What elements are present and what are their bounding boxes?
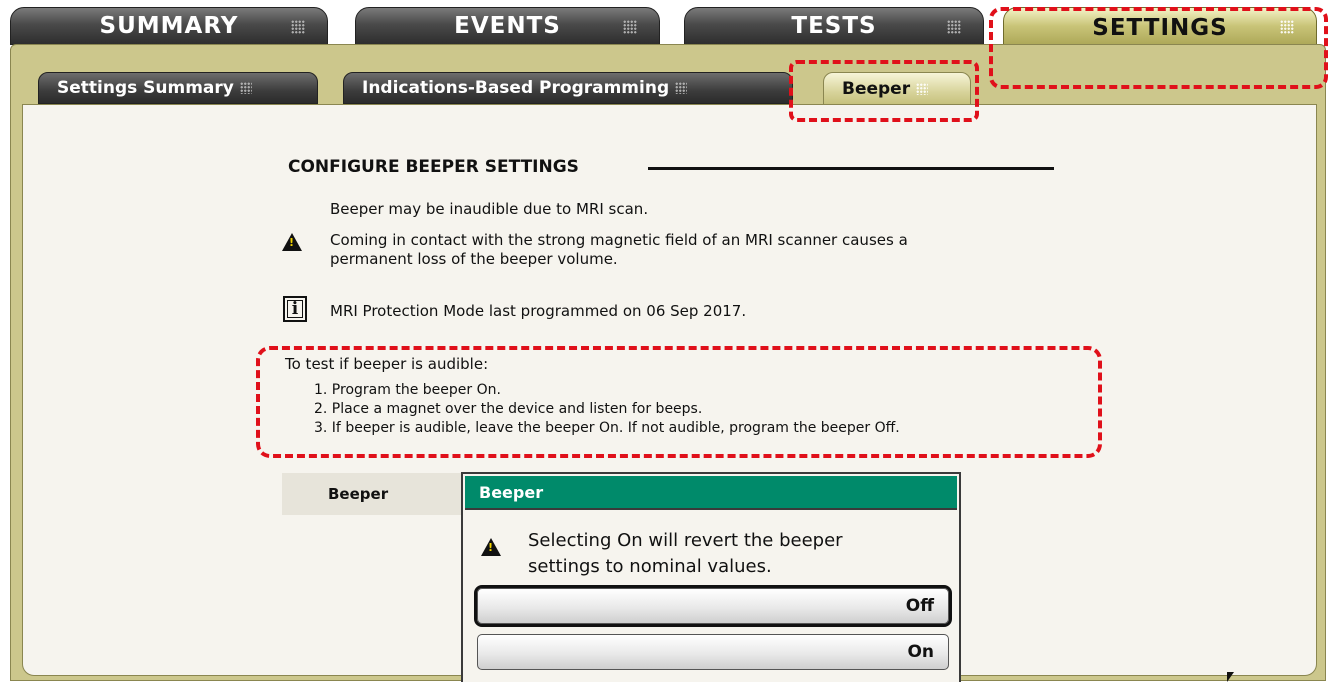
dialog-message-line2: settings to nominal values. <box>528 556 772 577</box>
warning-headline: Beeper may be inaudible due to MRI scan. <box>330 200 649 218</box>
mouse-cursor-icon <box>1227 672 1234 682</box>
page-title: CONFIGURE BEEPER SETTINGS <box>288 157 579 177</box>
on-button[interactable]: On <box>477 634 949 670</box>
subtab-indications-based-programming[interactable]: Indications-Based Programming <box>343 72 793 104</box>
on-button-label: On <box>907 642 934 662</box>
warning-icon <box>282 233 302 251</box>
title-divider <box>648 167 1054 170</box>
tab-events-label: EVENTS <box>454 13 561 39</box>
tab-events[interactable]: EVENTS <box>355 7 660 45</box>
grip-icon <box>947 20 961 34</box>
subtab-settings-summary-label: Settings Summary <box>57 78 234 98</box>
warning-icon <box>481 538 501 556</box>
warning-detail-line1: Coming in contact with the strong magnet… <box>330 231 908 249</box>
grip-icon <box>675 82 688 94</box>
grip-icon <box>623 20 637 34</box>
tab-summary[interactable]: SUMMARY <box>10 7 328 45</box>
info-icon: i <box>283 296 307 322</box>
tab-summary-label: SUMMARY <box>99 13 239 39</box>
dialog-message-line1: Selecting On will revert the beeper <box>528 530 843 551</box>
annotation-beeper-tab <box>789 60 979 122</box>
dialog-message: Selecting On will revert the beeper sett… <box>528 528 843 580</box>
beeper-dialog: Beeper Selecting On will revert the beep… <box>461 472 961 682</box>
subtab-indications-label: Indications-Based Programming <box>362 78 670 98</box>
annotation-test-instructions <box>256 346 1102 458</box>
grip-icon <box>291 20 305 34</box>
grip-icon <box>239 82 252 94</box>
tab-tests-label: TESTS <box>791 13 877 39</box>
off-button[interactable]: Off <box>474 585 952 627</box>
warning-detail-line2: permanent loss of the beeper volume. <box>330 250 618 268</box>
beeper-field-row: Beeper <box>282 473 472 515</box>
mri-info-text: MRI Protection Mode last programmed on 0… <box>330 302 747 320</box>
annotation-settings-tab <box>989 7 1328 89</box>
off-button-label: Off <box>905 596 934 616</box>
beeper-field-label: Beeper <box>328 485 389 503</box>
tab-tests[interactable]: TESTS <box>684 7 984 45</box>
dialog-title: Beeper <box>465 476 957 510</box>
subtab-settings-summary[interactable]: Settings Summary <box>38 72 318 104</box>
